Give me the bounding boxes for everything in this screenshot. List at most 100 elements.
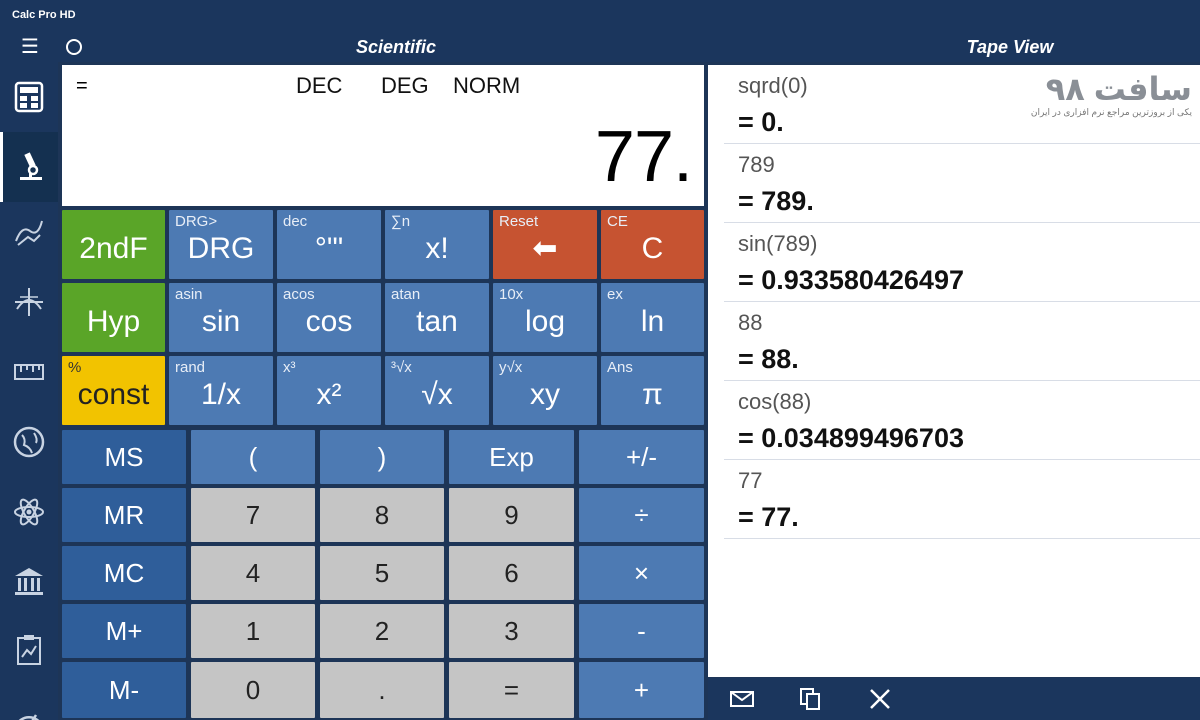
clipboard-chart-icon[interactable] xyxy=(0,615,58,685)
exp-button[interactable]: Exp xyxy=(449,430,574,484)
digit-5-button[interactable]: 5 xyxy=(320,546,444,600)
header-bar: ☰ Scientific Tape View xyxy=(0,32,1200,62)
grid-globe-icon[interactable] xyxy=(0,267,58,337)
close-paren-button[interactable]: ) xyxy=(320,430,444,484)
log-button[interactable]: 10x log xyxy=(493,283,597,352)
key-label: M- xyxy=(108,674,140,705)
app-title: Calc Pro HD xyxy=(12,9,76,21)
key-label: ) xyxy=(377,441,387,472)
digit-6-button[interactable]: 6 xyxy=(449,546,574,600)
key-label: Exp xyxy=(489,441,534,472)
sin-button[interactable]: asin sin xyxy=(169,283,273,352)
add-button[interactable]: + xyxy=(579,662,704,718)
key-label: 3 xyxy=(504,615,519,646)
key-label: °'" xyxy=(314,231,344,265)
display-equals: = xyxy=(76,75,88,97)
key-label: sin xyxy=(201,304,241,338)
calculator-icon[interactable] xyxy=(0,62,58,132)
digit-3-button[interactable]: 3 xyxy=(449,604,574,658)
globe-icon[interactable] xyxy=(0,407,58,477)
sqrt-button[interactable]: ³√x √x xyxy=(385,356,489,425)
tape-entry[interactable]: sqrd(0) = 0. xyxy=(724,65,1200,144)
base-mode-indicator: DEC xyxy=(296,73,343,98)
tan-button[interactable]: atan tan xyxy=(385,283,489,352)
atom-icon[interactable] xyxy=(0,477,58,547)
power-button[interactable]: y√x xy xyxy=(493,356,597,425)
degree-minute-second-button[interactable]: dec °'" xyxy=(277,210,381,279)
key-label: = xyxy=(503,674,520,705)
key-label: const xyxy=(77,377,150,411)
tape-entry[interactable]: 77 = 77. xyxy=(724,460,1200,539)
angle-mode-indicator: DEG xyxy=(381,73,429,98)
digit-0-button[interactable]: 0 xyxy=(191,662,315,718)
key-label: 0 xyxy=(245,674,261,705)
key-label: M+ xyxy=(105,615,143,646)
hamburger-menu-icon[interactable]: ☰ xyxy=(18,35,42,59)
copy-icon[interactable] xyxy=(794,684,826,714)
bank-icon[interactable] xyxy=(0,547,58,617)
digit-2-button[interactable]: 2 xyxy=(320,604,444,658)
tape-result: = 88. xyxy=(738,344,799,374)
hyp-button[interactable]: Hyp xyxy=(62,283,165,352)
memory-add-button[interactable]: M+ xyxy=(62,604,186,658)
tape-entry[interactable]: 789 = 789. xyxy=(724,144,1200,223)
equals-button[interactable]: = xyxy=(449,662,574,718)
digit-7-button[interactable]: 7 xyxy=(191,488,315,542)
gauge-icon[interactable] xyxy=(0,680,58,720)
key-label: 8 xyxy=(374,499,390,530)
digit-9-button[interactable]: 9 xyxy=(449,488,574,542)
square-button[interactable]: x³ x² xyxy=(277,356,381,425)
pi-button[interactable]: Ans π xyxy=(601,356,704,425)
digit-4-button[interactable]: 4 xyxy=(191,546,315,600)
memory-store-button[interactable]: MS xyxy=(62,430,186,484)
email-icon[interactable] xyxy=(726,684,758,714)
sign-toggle-button[interactable]: +/- xyxy=(579,430,704,484)
tape-expression: 77 xyxy=(738,468,763,493)
tape-entry[interactable]: sin(789) = 0.933580426497 xyxy=(724,223,1200,302)
key-label: 2ndF xyxy=(79,231,148,265)
title-bar: Calc Pro HD xyxy=(0,0,1200,32)
drg-button[interactable]: DRG> DRG xyxy=(169,210,273,279)
2ndf-button[interactable]: 2ndF xyxy=(62,210,165,279)
key-label: 1/x xyxy=(200,377,242,411)
const-button[interactable]: % const xyxy=(62,356,165,425)
key-label: - xyxy=(637,615,646,646)
memory-recall-button[interactable]: MR xyxy=(62,488,186,542)
key-label: log xyxy=(524,304,566,338)
key-label: Hyp xyxy=(86,304,141,338)
tape-result: = 0. xyxy=(738,107,784,137)
ln-button[interactable]: ex ln xyxy=(601,283,704,352)
clear-button[interactable]: CE C xyxy=(601,210,704,279)
cos-button[interactable]: acos cos xyxy=(277,283,381,352)
memory-subtract-button[interactable]: M- xyxy=(62,662,186,718)
reciprocal-button[interactable]: rand 1/x xyxy=(169,356,273,425)
key-label: 2 xyxy=(374,615,390,646)
factorial-button[interactable]: ∑n x! xyxy=(385,210,489,279)
tape-entry[interactable]: cos(88) = 0.034899496703 xyxy=(724,381,1200,460)
key-label: 5 xyxy=(374,557,390,588)
multiply-button[interactable]: × xyxy=(579,546,704,600)
subtract-button[interactable]: - xyxy=(579,604,704,658)
backspace-button[interactable]: Reset ⬅ xyxy=(493,210,597,279)
tape-entry[interactable]: 88 = 88. xyxy=(724,302,1200,381)
circle-icon[interactable] xyxy=(66,39,82,55)
key-label: xy xyxy=(530,377,560,411)
mode-title: Scientific xyxy=(355,37,437,57)
key-label: ( xyxy=(248,441,258,472)
memory-clear-button[interactable]: MC xyxy=(62,546,186,600)
open-paren-button[interactable]: ( xyxy=(191,430,315,484)
decimal-point-button[interactable]: . xyxy=(320,662,444,718)
graph-hand-icon[interactable] xyxy=(0,197,58,267)
close-icon[interactable] xyxy=(864,684,896,714)
key-label: MR xyxy=(103,499,145,530)
digit-8-button[interactable]: 8 xyxy=(320,488,444,542)
divide-button[interactable]: ÷ xyxy=(579,488,704,542)
key-label: MC xyxy=(103,557,145,588)
digit-1-button[interactable]: 1 xyxy=(191,604,315,658)
key-label: x² xyxy=(316,377,342,411)
ruler-icon[interactable] xyxy=(0,337,58,407)
key-label: DRG xyxy=(187,231,255,265)
key-label: x! xyxy=(425,231,449,265)
microscope-icon[interactable] xyxy=(0,132,58,202)
key-label: . xyxy=(378,674,386,705)
